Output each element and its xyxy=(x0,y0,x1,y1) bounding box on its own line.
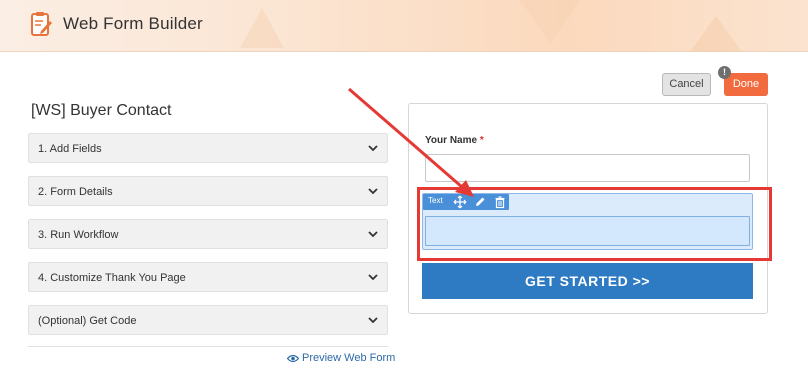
cancel-button[interactable]: Cancel xyxy=(662,73,711,96)
step-add-fields[interactable]: 1. Add Fields xyxy=(28,133,388,163)
step-customize-thank-you[interactable]: 4. Customize Thank You Page xyxy=(28,262,388,292)
field-label-text: Your Name xyxy=(425,135,478,146)
form-title: [WS] Buyer Contact xyxy=(31,102,172,119)
eye-icon xyxy=(287,354,299,363)
chevron-down-icon xyxy=(368,231,378,238)
step-get-code[interactable]: (Optional) Get Code xyxy=(28,305,388,335)
chevron-down-icon xyxy=(368,317,378,324)
get-started-button[interactable]: GET STARTED >> xyxy=(422,263,753,299)
step-label: 1. Add Fields xyxy=(38,143,102,155)
notice-badge: ! xyxy=(718,66,731,79)
preview-web-form-link[interactable]: Preview Web Form xyxy=(287,352,395,364)
your-name-input[interactable] xyxy=(425,154,750,182)
app-title: Web Form Builder xyxy=(63,14,203,33)
preview-link-label: Preview Web Form xyxy=(302,352,396,364)
step-run-workflow[interactable]: 3. Run Workflow xyxy=(28,219,388,249)
step-label: 2. Form Details xyxy=(38,186,113,198)
header-decoration xyxy=(240,8,284,48)
step-label: 3. Run Workflow xyxy=(38,229,119,241)
step-label: (Optional) Get Code xyxy=(38,315,137,327)
step-form-details[interactable]: 2. Form Details xyxy=(28,176,388,206)
chevron-down-icon xyxy=(368,145,378,152)
form-edit-icon xyxy=(31,12,52,36)
annotation-highlight-box xyxy=(417,187,772,261)
chevron-down-icon xyxy=(368,274,378,281)
done-button[interactable]: Done xyxy=(724,73,768,96)
required-marker: * xyxy=(479,135,484,146)
header-decoration xyxy=(690,16,742,51)
step-label: 4. Customize Thank You Page xyxy=(38,272,186,284)
header-decoration xyxy=(520,0,580,44)
your-name-label: Your Name * xyxy=(425,135,484,146)
steps-accordion: 1. Add Fields 2. Form Details 3. Run Wor… xyxy=(28,133,388,348)
chevron-down-icon xyxy=(368,188,378,195)
divider xyxy=(28,346,388,347)
